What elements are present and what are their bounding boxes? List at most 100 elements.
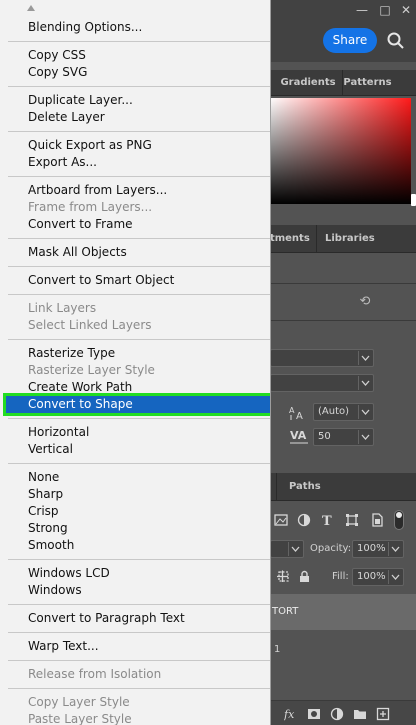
- type-filter-icon[interactable]: T: [321, 513, 335, 527]
- layer-mask-icon[interactable]: [307, 707, 321, 721]
- menu-item-export-as[interactable]: Export As...: [0, 154, 270, 171]
- chevron-down-icon: [358, 376, 372, 390]
- close-icon[interactable]: ✕: [396, 2, 416, 18]
- menu-item-mask-all-objects[interactable]: Mask All Objects: [0, 244, 270, 261]
- tracking-icon: VA: [290, 429, 308, 444]
- color-picker-field[interactable]: [270, 98, 411, 204]
- search-icon[interactable]: [386, 31, 406, 51]
- chevron-down-icon: [388, 542, 402, 556]
- svg-text:fx: fx: [284, 708, 295, 721]
- group-folder-icon[interactable]: [353, 707, 367, 721]
- lock-all-icon[interactable]: [298, 570, 311, 583]
- menu-item-vertical[interactable]: Vertical: [0, 441, 270, 458]
- tab-patterns[interactable]: Patterns: [342, 70, 392, 96]
- leading-dropdown[interactable]: (Auto): [313, 403, 374, 421]
- menu-item-duplicate-layer[interactable]: Duplicate Layer...: [0, 92, 270, 109]
- leading-value: (Auto): [318, 406, 350, 417]
- tab-gradients[interactable]: Gradients: [274, 70, 342, 96]
- menu-item-copy-css[interactable]: Copy CSS: [0, 47, 270, 64]
- menu-item-windows-lcd[interactable]: Windows LCD: [0, 565, 270, 582]
- menu-item-antialias-smooth[interactable]: Smooth: [0, 537, 270, 554]
- chevron-down-icon: [288, 542, 302, 556]
- menu-item-horizontal[interactable]: Horizontal: [0, 424, 270, 441]
- menu-item-rasterize-layer-style: Rasterize Layer Style: [28, 363, 155, 377]
- layers-panel-tabs: Paths: [270, 473, 416, 501]
- menu-item-convert-to-paragraph-text[interactable]: Convert to Paragraph Text: [0, 610, 270, 627]
- menu-item-quick-export-png[interactable]: Quick Export as PNG: [0, 137, 270, 154]
- menu-separator: [8, 131, 270, 132]
- chevron-down-icon: [358, 405, 372, 419]
- chevron-down-icon: [388, 570, 402, 584]
- menu-item-paste-layer-style: Paste Layer Style: [28, 712, 132, 725]
- restore-icon[interactable]: □: [375, 2, 395, 18]
- tab-paths[interactable]: Paths: [276, 473, 326, 501]
- menu-item-warp-text[interactable]: Warp Text...: [0, 638, 270, 655]
- menu-item-artboard-from-layers[interactable]: Artboard from Layers...: [0, 182, 270, 199]
- scroll-up-arrow-icon[interactable]: [26, 4, 36, 12]
- filter-toggle[interactable]: [394, 510, 404, 530]
- fill-field[interactable]: 100%: [352, 568, 404, 586]
- layer-name: 1: [274, 644, 281, 655]
- menu-separator: [8, 238, 270, 239]
- svg-text:A: A: [296, 411, 303, 421]
- menu-item-windows[interactable]: Windows: [0, 582, 270, 599]
- menu-separator: [8, 339, 270, 340]
- lock-position-icon[interactable]: [277, 570, 290, 583]
- divider: [270, 320, 416, 321]
- shape-filter-icon[interactable]: [345, 513, 359, 527]
- menu-item-antialias-none[interactable]: None: [0, 469, 270, 486]
- smart-object-filter-icon[interactable]: [370, 513, 384, 527]
- fx-icon[interactable]: fx: [284, 707, 298, 721]
- menu-separator: [8, 688, 270, 689]
- adjustment-filter-icon[interactable]: [297, 513, 311, 527]
- menu-item-blending-options[interactable]: Blending Options...: [0, 19, 270, 36]
- leading-icon: A A: [289, 406, 303, 421]
- menu-separator: [8, 41, 270, 42]
- font-style-dropdown[interactable]: [270, 374, 374, 392]
- layers-bottom-bar: fx: [270, 700, 416, 725]
- menu-item-antialias-sharp[interactable]: Sharp: [0, 486, 270, 503]
- layer-name: TORT: [272, 606, 299, 617]
- menu-item-antialias-strong[interactable]: Strong: [0, 520, 270, 537]
- menu-separator: [8, 604, 270, 605]
- menu-item-antialias-crisp[interactable]: Crisp: [0, 503, 270, 520]
- tab-libraries[interactable]: Libraries: [316, 225, 376, 253]
- tracking-value: 50: [318, 431, 331, 442]
- menu-separator: [8, 632, 270, 633]
- menu-item-convert-to-smart-object[interactable]: Convert to Smart Object: [0, 272, 270, 289]
- blend-mode-dropdown[interactable]: [270, 540, 304, 558]
- chevron-down-icon: [358, 351, 372, 365]
- share-button[interactable]: Share: [323, 28, 377, 53]
- menu-item-convert-to-shape[interactable]: Convert to Shape: [3, 393, 270, 416]
- layer-row-selected[interactable]: TORT: [270, 594, 416, 630]
- menu-item-convert-to-frame[interactable]: Convert to Frame: [0, 216, 270, 233]
- divider: [270, 283, 416, 284]
- menu-separator: [8, 266, 270, 267]
- adjustments-panel-tabs: stments Libraries: [264, 225, 416, 253]
- menu-item-select-linked-layers: Select Linked Layers: [28, 318, 152, 332]
- color-panel-tabs: Gradients Patterns: [270, 70, 416, 96]
- reset-icon[interactable]: ⟲: [358, 295, 372, 309]
- hue-slider-handle[interactable]: [411, 194, 416, 206]
- tab-adjustments[interactable]: stments: [264, 225, 312, 253]
- new-adjustment-layer-icon[interactable]: [330, 707, 344, 721]
- opacity-label: Opacity:: [310, 543, 352, 554]
- new-layer-icon[interactable]: [376, 707, 390, 721]
- font-family-dropdown[interactable]: [270, 349, 374, 367]
- fill-label: Fill:: [332, 571, 349, 582]
- minimize-icon[interactable]: —: [352, 2, 372, 18]
- chevron-down-icon: [358, 430, 372, 444]
- svg-text:A: A: [289, 406, 295, 415]
- opacity-value: 100%: [357, 543, 386, 554]
- layer-row[interactable]: 1: [270, 630, 416, 670]
- menu-separator: [8, 294, 270, 295]
- image-filter-icon[interactable]: [274, 513, 288, 527]
- menu-separator: [8, 463, 270, 464]
- menu-item-rasterize-type[interactable]: Rasterize Type: [0, 345, 270, 362]
- menu-item-copy-svg[interactable]: Copy SVG: [0, 64, 270, 81]
- menu-item-delete-layer[interactable]: Delete Layer: [0, 109, 270, 126]
- menu-separator: [8, 418, 270, 419]
- menu-item-create-work-path[interactable]: Create Work Path: [0, 379, 270, 396]
- tracking-dropdown[interactable]: 50: [313, 428, 374, 446]
- opacity-field[interactable]: 100%: [352, 540, 404, 558]
